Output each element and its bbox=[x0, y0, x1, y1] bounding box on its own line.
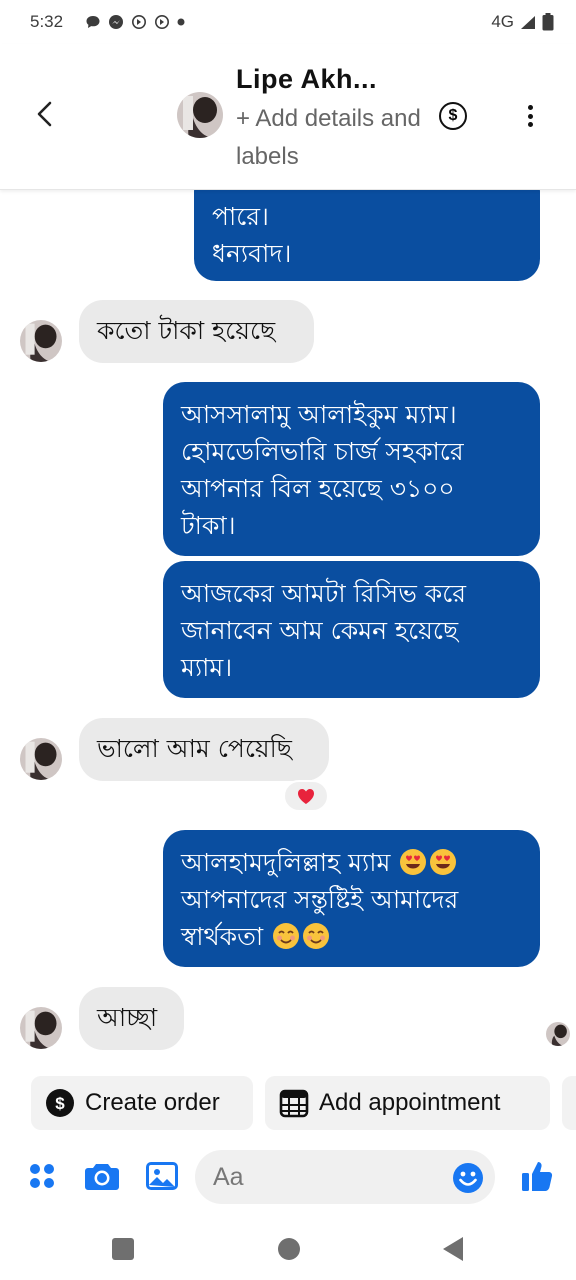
status-left: 5:32 bbox=[30, 12, 185, 32]
dollar-circle-icon: $ bbox=[46, 1089, 74, 1117]
chat-bubble-icon bbox=[86, 16, 100, 28]
smiling-emoji-icon bbox=[303, 923, 330, 949]
avatar-photo-icon bbox=[20, 320, 62, 362]
seen-receipt-avatar bbox=[546, 1022, 570, 1046]
home-button[interactable] bbox=[276, 1236, 302, 1262]
smiling-emoji-icon bbox=[273, 923, 300, 949]
outgoing-message[interactable]: আলহামদুলিল্লাহ ম্যাম আপনাদের সন্তুষ্টিই … bbox=[163, 830, 540, 967]
incoming-message[interactable]: কতো টাকা হয়েছে bbox=[79, 300, 314, 363]
recents-button[interactable] bbox=[110, 1236, 136, 1262]
message-list[interactable]: পারে। ধন্যবাদ। কতো টাকা হয়েছে আসসালামু … bbox=[0, 190, 576, 1070]
message-reaction[interactable] bbox=[283, 780, 329, 812]
add-details-link[interactable]: + Add details and labels bbox=[236, 100, 426, 176]
add-appointment-label: Add appointment bbox=[319, 1089, 501, 1116]
outgoing-message[interactable]: পারে। ধন্যবাদ। bbox=[194, 190, 540, 281]
heart-eyes-emoji-icon bbox=[430, 849, 457, 875]
system-navigation-bar bbox=[0, 1218, 576, 1280]
kebab-dot bbox=[527, 122, 533, 127]
message-line: আজকের আমটা রিসিভ করে bbox=[181, 579, 467, 608]
status-time: 5:32 bbox=[30, 12, 64, 31]
avatar-photo-icon bbox=[20, 1007, 62, 1049]
like-button[interactable] bbox=[517, 1156, 557, 1196]
incoming-message[interactable]: ভালো আম পেয়েছি bbox=[79, 718, 329, 781]
payment-button[interactable]: $ bbox=[439, 102, 467, 130]
message-line: আসসালামু আলাইকুম ম্যাম। bbox=[181, 400, 457, 429]
gallery-button[interactable] bbox=[142, 1156, 182, 1196]
status-bar: 5:32 4G bbox=[0, 0, 576, 44]
message-composer bbox=[0, 1146, 576, 1210]
sender-avatar[interactable] bbox=[20, 1007, 62, 1049]
message-line-text: স্বার্থকতা bbox=[181, 922, 264, 951]
notification-icons bbox=[85, 14, 185, 30]
thumbs-up-icon bbox=[522, 1162, 553, 1191]
sender-avatar[interactable] bbox=[20, 738, 62, 780]
more-actions-button[interactable] bbox=[22, 1156, 62, 1196]
quick-actions-row: $ Create order Add appointment bbox=[0, 1076, 576, 1130]
battery-icon bbox=[542, 13, 554, 31]
data-saver-icon bbox=[155, 15, 170, 29]
message-line: স্বার্থকতা bbox=[181, 918, 522, 955]
triangle-back-icon bbox=[443, 1237, 463, 1261]
back-nav-button[interactable] bbox=[440, 1236, 466, 1262]
message-line: আপনাদের সন্তুষ্টিই আমাদের bbox=[181, 885, 459, 914]
sender-avatar[interactable] bbox=[20, 320, 62, 362]
more-options-button[interactable] bbox=[520, 102, 540, 130]
conversation-header: Lipe Akh... + Add details and labels $ bbox=[0, 44, 576, 190]
status-right: 4G bbox=[491, 12, 554, 32]
square-icon bbox=[112, 1238, 134, 1260]
outgoing-message[interactable]: আসসালামু আলাইকুম ম্যাম। হোমডেলিভারি চার্… bbox=[163, 382, 540, 556]
signal-icon bbox=[521, 16, 535, 29]
contact-avatar[interactable] bbox=[177, 92, 223, 138]
message-line: আপনার বিল হয়েছে ৩১০০ bbox=[181, 474, 455, 503]
message-line: পারে। bbox=[212, 202, 269, 231]
kebab-dot bbox=[527, 105, 533, 110]
data-saver-icon bbox=[132, 15, 147, 29]
create-order-button[interactable]: $ Create order bbox=[31, 1076, 253, 1130]
message-line: ধন্যবাদ। bbox=[212, 239, 292, 268]
dot-icon bbox=[177, 18, 185, 26]
calendar-icon bbox=[279, 1089, 309, 1118]
kebab-dot bbox=[527, 113, 533, 119]
message-input[interactable] bbox=[195, 1150, 495, 1204]
message-line: টাকা। bbox=[181, 511, 236, 540]
svg-text:$: $ bbox=[55, 1094, 65, 1113]
camera-icon bbox=[85, 1164, 119, 1190]
circle-icon bbox=[278, 1238, 300, 1260]
add-appointment-button[interactable]: Add appointment bbox=[265, 1076, 550, 1130]
heart-eyes-emoji-icon bbox=[400, 849, 427, 875]
camera-button[interactable] bbox=[82, 1156, 122, 1196]
image-icon bbox=[146, 1162, 178, 1190]
message-line: হোমডেলিভারি চার্জ সহকারে bbox=[181, 437, 464, 466]
message-line: ম্যাম। bbox=[181, 653, 233, 682]
message-text: আচ্ছা bbox=[97, 1003, 158, 1032]
message-line-text: আলহামদুলিল্লাহ ম্যাম bbox=[181, 848, 391, 877]
next-action-chip[interactable] bbox=[562, 1076, 576, 1130]
outgoing-message[interactable]: আজকের আমটা রিসিভ করে জানাবেন আম কেমন হয়… bbox=[163, 561, 540, 698]
message-line: আলহামদুলিল্লাহ ম্যাম bbox=[181, 844, 522, 881]
create-order-label: Create order bbox=[85, 1089, 220, 1116]
message-line: জানাবেন আম কেমন হয়েছে bbox=[181, 616, 459, 645]
incoming-message[interactable]: আচ্ছা bbox=[79, 987, 184, 1050]
message-text: ভালো আম পেয়েছি bbox=[97, 734, 292, 763]
avatar-photo-icon bbox=[20, 738, 62, 780]
dollar-icon: $ bbox=[448, 107, 458, 124]
four-dots-icon bbox=[30, 1164, 54, 1188]
back-button[interactable] bbox=[28, 98, 60, 130]
chevron-left-icon bbox=[37, 101, 52, 127]
messenger-icon bbox=[109, 15, 124, 29]
contact-name[interactable]: Lipe Akh... bbox=[236, 64, 377, 95]
heart-icon bbox=[298, 789, 314, 804]
avatar-photo-icon bbox=[177, 92, 223, 138]
message-text: কতো টাকা হয়েছে bbox=[97, 316, 276, 345]
emoji-icon[interactable] bbox=[452, 1162, 484, 1194]
network-type: 4G bbox=[491, 12, 514, 31]
avatar-photo-icon bbox=[546, 1022, 570, 1046]
